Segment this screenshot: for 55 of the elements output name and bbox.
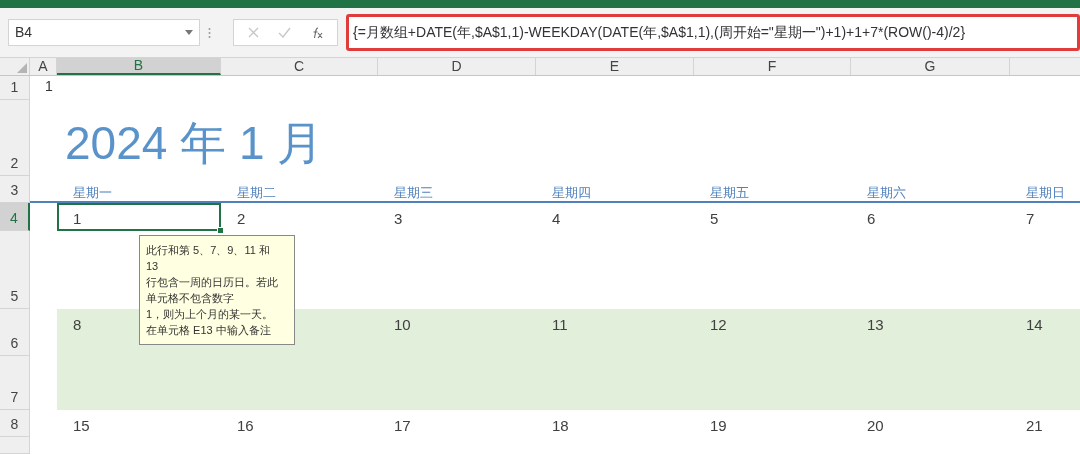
column-header[interactable]: F [694, 58, 851, 75]
date-cell[interactable]: 19 [710, 417, 727, 434]
weekday-header: 星期六 [867, 185, 906, 200]
column-header[interactable]: E [536, 58, 694, 75]
select-all-icon[interactable] [17, 63, 27, 73]
calendar-title: 2024 年 1 月 [65, 120, 324, 166]
date-cell[interactable]: 11 [552, 316, 568, 333]
date-cell[interactable]: 2 [237, 210, 246, 227]
date-cell[interactable]: 21 [1026, 417, 1043, 434]
row-header[interactable]: 2 [0, 100, 30, 176]
column-header[interactable]: G [851, 58, 1010, 75]
column-header[interactable]: D [378, 58, 536, 75]
date-cell[interactable]: 5 [710, 210, 719, 227]
date-cell[interactable]: 20 [867, 417, 884, 434]
date-cell[interactable]: 3 [394, 210, 403, 227]
date-cell[interactable]: 6 [867, 210, 876, 227]
date-cell[interactable]: 10 [394, 316, 411, 333]
weekday-header: 星期三 [394, 185, 433, 200]
weekday-header: 星期一 [73, 185, 112, 200]
date-cell[interactable]: 18 [552, 417, 569, 434]
formula-field[interactable]: {=月数组+DATE(年,$A$1,1)-WEEKDAY(DATE(年,$A$1,1),(周开始="星期一")+1)+1+7*(ROW()-4)/2} [346, 14, 1080, 51]
row-header[interactable]: 7 [0, 356, 30, 410]
row-header[interactable]: 3 [0, 176, 30, 203]
cancel-icon[interactable] [247, 27, 259, 38]
date-cell[interactable]: 12 [710, 316, 727, 333]
date-cell[interactable]: 1 [73, 210, 82, 227]
row-header[interactable]: 6 [0, 309, 30, 356]
name-box[interactable]: B4 [8, 19, 200, 46]
fill-handle[interactable] [217, 227, 224, 234]
date-cell[interactable]: 8 [73, 316, 82, 333]
grip-icon [208, 26, 211, 39]
date-cell[interactable]: 13 [867, 316, 884, 333]
row-header[interactable]: 8 [0, 410, 30, 437]
cell-reference: B4 [15, 23, 33, 42]
comment-tooltip: 此行和第 5、7、9、11 和 13 行包含一周的日历日。若此 单元格不包含数字 1，则为上个月的某一天。 在单元格 E13 中输入备注 [139, 235, 295, 345]
column-header[interactable]: C [221, 58, 378, 75]
date-cell[interactable]: 17 [394, 417, 411, 434]
weekday-header: 星期五 [710, 185, 749, 200]
dropdown-caret-icon[interactable] [185, 30, 193, 35]
date-cell[interactable]: 16 [237, 417, 254, 434]
row-header[interactable]: 5 [0, 231, 30, 309]
row-header[interactable]: 1 [0, 76, 30, 100]
date-cell[interactable]: 4 [552, 210, 561, 227]
cell-value: 1 [44, 77, 53, 96]
row-header [0, 437, 30, 454]
date-cell[interactable]: 14 [1026, 316, 1043, 333]
check-icon[interactable] [278, 27, 292, 38]
weekday-header: 星期四 [552, 185, 591, 200]
function-icon[interactable] [311, 26, 324, 39]
weekday-header: 星期二 [237, 185, 276, 200]
date-cell[interactable]: 7 [1026, 210, 1035, 227]
column-header[interactable]: B [57, 58, 221, 75]
row-header[interactable]: 4 [0, 203, 30, 231]
date-cell[interactable]: 15 [73, 417, 90, 434]
weekday-header: 星期日 [1026, 185, 1065, 200]
